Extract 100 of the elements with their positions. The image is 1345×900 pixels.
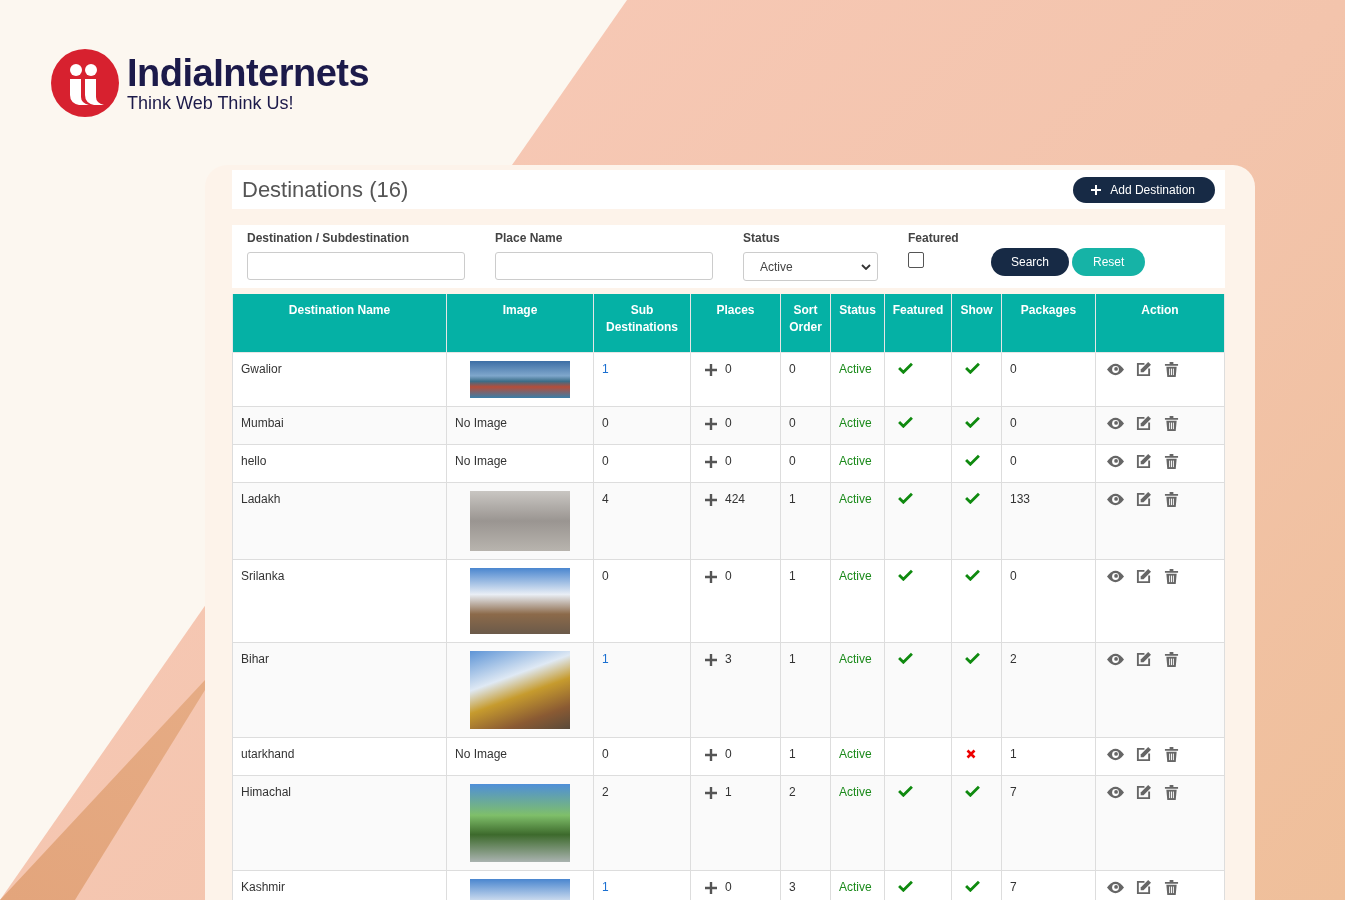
column-header: Places bbox=[690, 294, 781, 353]
table-cell: 424 bbox=[725, 492, 746, 507]
delete-trash-icon[interactable] bbox=[1163, 362, 1180, 377]
add-place-plus-icon[interactable] bbox=[705, 881, 717, 894]
column-header: Sub Destinations bbox=[593, 294, 691, 353]
table-cell: 0 bbox=[725, 569, 732, 584]
status-dropdown[interactable]: Active bbox=[743, 252, 878, 281]
delete-trash-icon[interactable] bbox=[1163, 652, 1180, 667]
view-eye-icon[interactable] bbox=[1107, 454, 1124, 469]
field-label: Place Name bbox=[495, 231, 564, 245]
field-label: Destination / Subdestination bbox=[247, 231, 410, 245]
status-text: Active bbox=[830, 444, 885, 483]
table-cell: 2 bbox=[780, 775, 831, 871]
input-field[interactable] bbox=[495, 252, 713, 280]
add-destination-button[interactable]: Add Destination bbox=[1073, 176, 1215, 203]
table-cell: Himachal bbox=[232, 775, 447, 871]
add-place-plus-icon[interactable] bbox=[705, 786, 717, 799]
column-header: Destination Name bbox=[232, 294, 447, 353]
view-eye-icon[interactable] bbox=[1107, 569, 1124, 584]
featured-checkbox[interactable] bbox=[908, 252, 924, 268]
add-place-plus-icon[interactable] bbox=[705, 493, 717, 506]
add-place-plus-icon[interactable] bbox=[705, 748, 717, 761]
table-cell: No Image bbox=[455, 747, 508, 761]
input-field[interactable] bbox=[247, 252, 465, 280]
table-cell: Gwalior bbox=[232, 352, 447, 407]
edit-icon[interactable] bbox=[1135, 454, 1152, 469]
view-eye-icon[interactable] bbox=[1107, 362, 1124, 377]
view-eye-icon[interactable] bbox=[1107, 492, 1124, 507]
table-cell: No Image bbox=[455, 416, 508, 430]
chevron-icon bbox=[861, 263, 871, 270]
edit-icon[interactable] bbox=[1135, 652, 1152, 667]
view-eye-icon[interactable] bbox=[1107, 652, 1124, 667]
field-label: Status bbox=[743, 231, 781, 245]
table-cell: 0 bbox=[1001, 559, 1096, 643]
delete-trash-icon[interactable] bbox=[1163, 880, 1180, 895]
column-header: Action bbox=[1095, 294, 1225, 353]
add-place-plus-icon[interactable] bbox=[705, 363, 717, 376]
table-cell: 0 bbox=[725, 362, 732, 377]
table-cell: Bihar bbox=[232, 642, 447, 738]
delete-trash-icon[interactable] bbox=[1163, 747, 1180, 762]
sub-destinations-link[interactable]: 1 bbox=[602, 362, 609, 376]
search-button[interactable]: Search bbox=[991, 248, 1070, 276]
status-text: Active bbox=[830, 775, 885, 871]
plus-icon bbox=[1091, 184, 1102, 195]
table-cell: 0 bbox=[780, 444, 831, 483]
table-cell: Kashmir bbox=[232, 870, 447, 900]
delete-trash-icon[interactable] bbox=[1163, 785, 1180, 800]
table-cell: 3 bbox=[725, 652, 732, 667]
status-text: Active bbox=[830, 737, 885, 776]
edit-icon[interactable] bbox=[1135, 416, 1152, 431]
brand-tagline: Think Web Think Us! bbox=[127, 93, 295, 113]
edit-icon[interactable] bbox=[1135, 747, 1152, 762]
table-cell: No Image bbox=[455, 454, 508, 468]
edit-icon[interactable] bbox=[1135, 880, 1152, 895]
sub-destinations-link[interactable]: 1 bbox=[602, 880, 609, 894]
delete-trash-icon[interactable] bbox=[1163, 416, 1180, 431]
table-cell: 2 bbox=[602, 785, 609, 799]
add-place-plus-icon[interactable] bbox=[705, 653, 717, 666]
table-cell: 7 bbox=[1001, 775, 1096, 871]
status-text: Active bbox=[830, 642, 885, 738]
page-title: Destinations (16) bbox=[242, 176, 409, 203]
add-place-plus-icon[interactable] bbox=[705, 570, 717, 583]
edit-icon[interactable] bbox=[1135, 362, 1152, 377]
status-text: Active bbox=[830, 406, 885, 445]
add-place-plus-icon[interactable] bbox=[705, 455, 717, 468]
table-cell: 0 bbox=[725, 747, 732, 762]
column-header: Image bbox=[446, 294, 594, 353]
table-cell: hello bbox=[232, 444, 447, 483]
reset-button[interactable]: Reset bbox=[1072, 248, 1146, 276]
sub-destinations-link[interactable]: 1 bbox=[602, 652, 609, 666]
field-label: Featured bbox=[908, 231, 960, 245]
table-cell: 0 bbox=[1001, 444, 1096, 483]
table-cell: 1 bbox=[1001, 737, 1096, 776]
table-cell: 0 bbox=[1001, 406, 1096, 445]
delete-trash-icon[interactable] bbox=[1163, 454, 1180, 469]
view-eye-icon[interactable] bbox=[1107, 880, 1124, 895]
table-cell: 0 bbox=[780, 406, 831, 445]
table-cell: 0 bbox=[725, 880, 732, 895]
delete-trash-icon[interactable] bbox=[1163, 569, 1180, 584]
table-cell: 1 bbox=[780, 737, 831, 776]
edit-icon[interactable] bbox=[1135, 785, 1152, 800]
table-cell: utarkhand bbox=[232, 737, 447, 776]
view-eye-icon[interactable] bbox=[1107, 747, 1124, 762]
table-cell: 0 bbox=[602, 569, 609, 583]
table-cell: Ladakh bbox=[232, 482, 447, 560]
edit-icon[interactable] bbox=[1135, 492, 1152, 507]
brand-name: IndiaInternets bbox=[127, 53, 370, 93]
logo-icon bbox=[51, 49, 119, 117]
delete-trash-icon[interactable] bbox=[1163, 492, 1180, 507]
status-text: Active bbox=[830, 352, 885, 407]
table-cell: 0 bbox=[725, 454, 732, 469]
table-cell: 1 bbox=[780, 482, 831, 560]
table-cell: 0 bbox=[725, 416, 732, 431]
view-eye-icon[interactable] bbox=[1107, 416, 1124, 431]
view-eye-icon[interactable] bbox=[1107, 785, 1124, 800]
table-cell: Mumbai bbox=[232, 406, 447, 445]
table-cell: 0 bbox=[780, 352, 831, 407]
add-place-plus-icon[interactable] bbox=[705, 417, 717, 430]
edit-icon[interactable] bbox=[1135, 569, 1152, 584]
table-cell: 0 bbox=[602, 747, 609, 761]
